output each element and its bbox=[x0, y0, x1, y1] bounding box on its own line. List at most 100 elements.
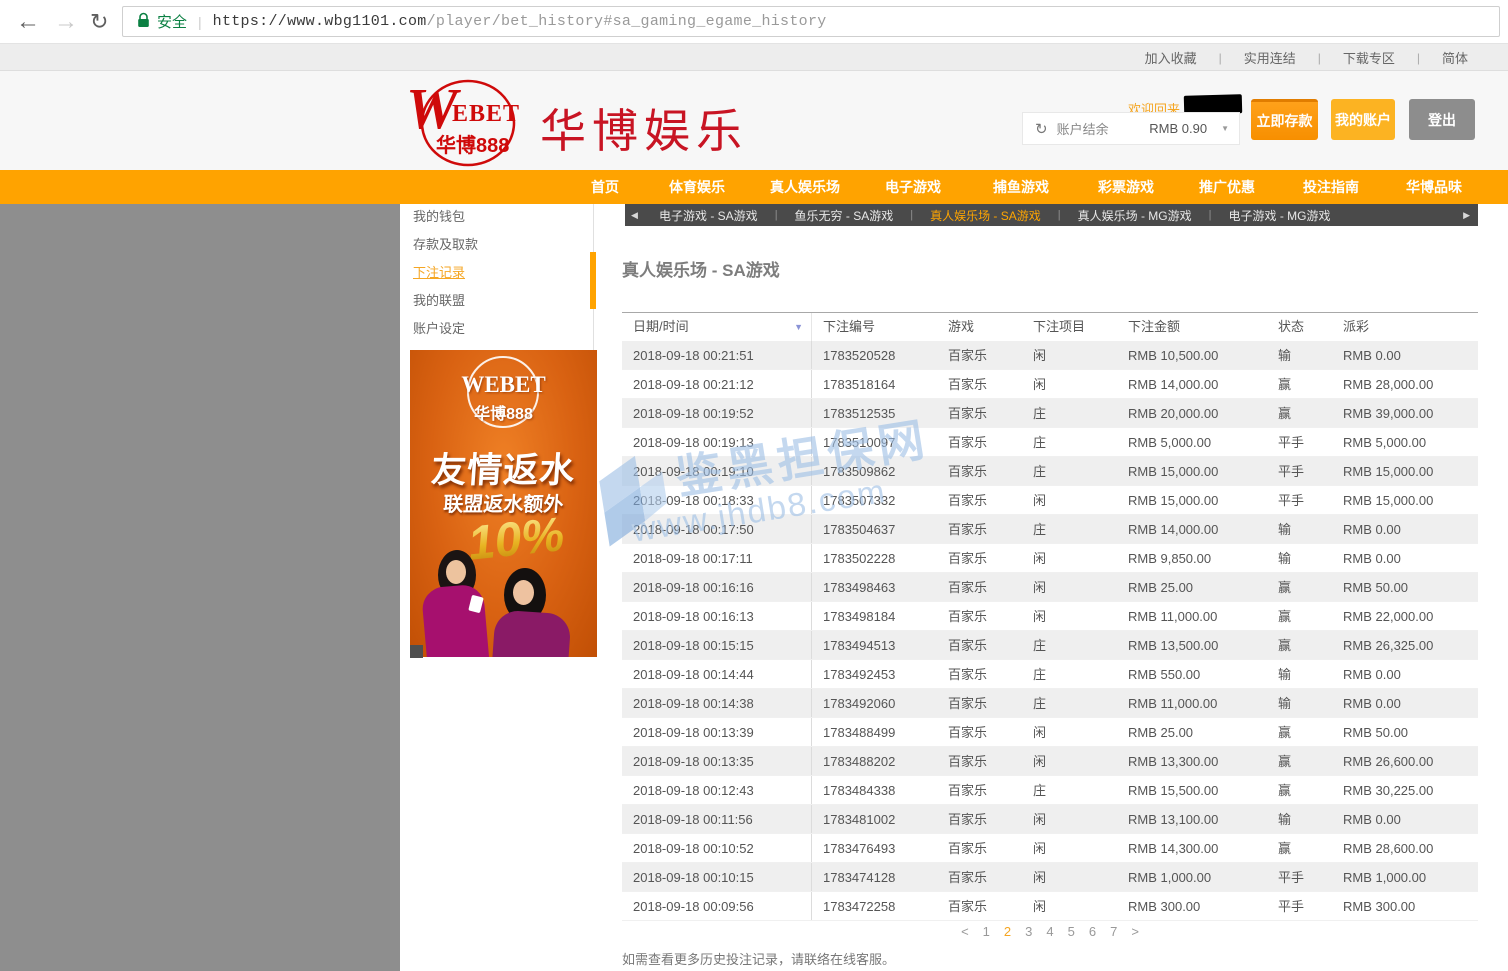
cell-bet-amount: RMB 13,500.00 bbox=[1117, 631, 1267, 659]
nav-item-lottery[interactable]: 彩票游戏 bbox=[1098, 177, 1154, 197]
pagination-item[interactable]: > bbox=[1131, 924, 1139, 939]
column-bet-id: 下注编号 bbox=[812, 313, 937, 341]
cell-date: 2018-09-18 00:09:56 bbox=[622, 892, 812, 920]
cell-bet-amount: RMB 15,000.00 bbox=[1117, 457, 1267, 485]
cell-payout: RMB 0.00 bbox=[1332, 341, 1478, 369]
cell-date: 2018-09-18 00:15:15 bbox=[622, 631, 812, 659]
cell-payout: RMB 28,000.00 bbox=[1332, 370, 1478, 398]
pagination-item[interactable]: 7 bbox=[1110, 924, 1117, 939]
topbar-link-download[interactable]: 下载专区 bbox=[1343, 48, 1395, 67]
nav-item-sports[interactable]: 体育娱乐 bbox=[669, 177, 725, 197]
deposit-button[interactable]: 立即存款 bbox=[1251, 99, 1318, 140]
url-text[interactable]: https://www.wbg1101.com/player/bet_histo… bbox=[213, 13, 827, 30]
pagination-item[interactable]: 2 bbox=[1004, 924, 1011, 939]
pagination-item[interactable]: 1 bbox=[983, 924, 990, 939]
column-game: 游戏 bbox=[937, 313, 1022, 341]
cell-status: 平手 bbox=[1267, 486, 1332, 514]
banner-model-face bbox=[513, 580, 534, 605]
lock-icon bbox=[137, 12, 150, 31]
cell-status: 输 bbox=[1267, 805, 1332, 833]
cell-payout: RMB 50.00 bbox=[1332, 573, 1478, 601]
cell-payout: RMB 28,600.00 bbox=[1332, 834, 1478, 862]
cell-status: 输 bbox=[1267, 544, 1332, 572]
cell-game: 百家乐 bbox=[937, 486, 1022, 514]
nav-item-brand[interactable]: 华博品味 bbox=[1406, 177, 1462, 197]
cell-status: 平手 bbox=[1267, 457, 1332, 485]
cell-game: 百家乐 bbox=[937, 805, 1022, 833]
sort-icon[interactable]: ▼ bbox=[794, 313, 803, 341]
table-row: 2018-09-18 00:12:43 1783484338 百家乐 庄 RMB… bbox=[622, 776, 1478, 805]
balance-dropdown-icon[interactable]: ▼ bbox=[1221, 124, 1229, 133]
table-row: 2018-09-18 00:11:56 1783481002 百家乐 闲 RMB… bbox=[622, 805, 1478, 834]
tab-egames-mg[interactable]: 电子游戏 - MG游戏 bbox=[1229, 207, 1331, 224]
cell-bet-item: 闲 bbox=[1022, 747, 1117, 775]
logo-888: 华博888 bbox=[436, 129, 509, 158]
forward-icon[interactable]: → bbox=[54, 6, 78, 38]
table-row: 2018-09-18 00:18:33 1783507332 百家乐 闲 RMB… bbox=[622, 486, 1478, 515]
nav-item-fishing[interactable]: 捕鱼游戏 bbox=[993, 177, 1049, 197]
game-tabstrip: 电子游戏 - SA游戏 | 鱼乐无穷 - SA游戏 | 真人娱乐场 - SA游戏… bbox=[625, 204, 1478, 226]
cell-bet-amount: RMB 25.00 bbox=[1117, 573, 1267, 601]
browser-window: ← → ↻ 安全 | https://www.wbg1101.com/playe… bbox=[0, 0, 1508, 971]
sidebar-item-affiliate[interactable]: 我的联盟 bbox=[413, 290, 563, 311]
tab-egames-sa[interactable]: 电子游戏 - SA游戏 bbox=[659, 207, 758, 224]
pagination-item[interactable]: < bbox=[961, 924, 969, 939]
pagination-item[interactable]: 5 bbox=[1068, 924, 1075, 939]
nav-item-promotions[interactable]: 推广优惠 bbox=[1199, 177, 1255, 197]
sidebar-item-wallet[interactable]: 我的钱包 bbox=[413, 206, 563, 227]
cell-status: 输 bbox=[1267, 515, 1332, 543]
cell-payout: RMB 15,000.00 bbox=[1332, 486, 1478, 514]
sidebar-item-deposit-withdraw[interactable]: 存款及取款 bbox=[413, 234, 563, 255]
banner-logo-sub: 华博888 bbox=[410, 400, 597, 424]
cell-status: 赢 bbox=[1267, 602, 1332, 630]
tab-fishing-sa[interactable]: 鱼乐无穷 - SA游戏 bbox=[795, 207, 894, 224]
cell-status: 平手 bbox=[1267, 863, 1332, 891]
topbar-link-favorites[interactable]: 加入收藏 bbox=[1145, 48, 1197, 67]
cell-bet-item: 闲 bbox=[1022, 834, 1117, 862]
cell-bet-id: 1783512535 bbox=[812, 399, 937, 427]
cell-payout: RMB 5,000.00 bbox=[1332, 428, 1478, 456]
cell-game: 百家乐 bbox=[937, 370, 1022, 398]
cell-bet-amount: RMB 550.00 bbox=[1117, 660, 1267, 688]
pagination-item[interactable]: 6 bbox=[1089, 924, 1096, 939]
banner-model-dress bbox=[421, 583, 489, 657]
nav-item-egames[interactable]: 电子游戏 bbox=[885, 177, 941, 197]
tab-live-casino-sa[interactable]: 真人娱乐场 - SA游戏 bbox=[930, 207, 1041, 224]
cell-bet-item: 闲 bbox=[1022, 863, 1117, 891]
sidebar-item-bet-history[interactable]: 下注记录 bbox=[413, 262, 563, 283]
back-icon[interactable]: ← bbox=[16, 6, 40, 38]
banner-corner-handle bbox=[410, 645, 423, 658]
cell-payout: RMB 300.00 bbox=[1332, 892, 1478, 920]
nav-item-home[interactable]: 首页 bbox=[591, 177, 619, 197]
cell-bet-item: 闲 bbox=[1022, 486, 1117, 514]
cell-game: 百家乐 bbox=[937, 718, 1022, 746]
table-row: 2018-09-18 00:16:16 1783498463 百家乐 闲 RMB… bbox=[622, 573, 1478, 602]
tab-live-casino-mg[interactable]: 真人娱乐场 - MG游戏 bbox=[1078, 207, 1192, 224]
my-account-button[interactable]: 我的账户 bbox=[1331, 99, 1395, 140]
topbar-link-useful[interactable]: 实用连结 bbox=[1244, 48, 1296, 67]
table-header: 日期/时间▼ 下注编号 游戏 下注项目 下注金额 状态 派彩 bbox=[622, 313, 1478, 341]
cell-date: 2018-09-18 00:14:38 bbox=[622, 689, 812, 717]
topbar-link-simplified[interactable]: 简体 bbox=[1442, 48, 1468, 67]
promo-banner[interactable]: WEBET 华博888 友情返水 联盟返水额外 10% bbox=[410, 350, 597, 657]
cell-payout: RMB 0.00 bbox=[1332, 805, 1478, 833]
url-bar[interactable]: 安全 | https://www.wbg1101.com/player/bet_… bbox=[122, 6, 1500, 37]
logout-button[interactable]: 登出 bbox=[1409, 99, 1475, 140]
reload-icon[interactable]: ↻ bbox=[90, 6, 108, 38]
column-bet-amount: 下注金额 bbox=[1117, 313, 1267, 341]
tabstrip-left-arrow-icon[interactable]: ◀ bbox=[631, 204, 638, 226]
table-row: 2018-09-18 00:09:56 1783472258 百家乐 闲 RMB… bbox=[622, 892, 1478, 921]
site-logo[interactable]: W EBET 华博888 bbox=[408, 75, 533, 167]
pagination-item[interactable]: 4 bbox=[1046, 924, 1053, 939]
cell-status: 赢 bbox=[1267, 399, 1332, 427]
cell-game: 百家乐 bbox=[937, 428, 1022, 456]
nav-item-live-casino[interactable]: 真人娱乐场 bbox=[770, 177, 840, 197]
cell-bet-amount: RMB 9,850.00 bbox=[1117, 544, 1267, 572]
balance-refresh-icon[interactable]: ↻ bbox=[1035, 120, 1048, 138]
cell-bet-item: 闲 bbox=[1022, 341, 1117, 369]
nav-item-betting-guide[interactable]: 投注指南 bbox=[1303, 177, 1359, 197]
tabstrip-right-arrow-icon[interactable]: ▶ bbox=[1463, 204, 1470, 226]
pagination-item[interactable]: 3 bbox=[1025, 924, 1032, 939]
sidebar-item-account-settings[interactable]: 账户设定 bbox=[413, 318, 563, 339]
cell-bet-id: 1783504637 bbox=[812, 515, 937, 543]
